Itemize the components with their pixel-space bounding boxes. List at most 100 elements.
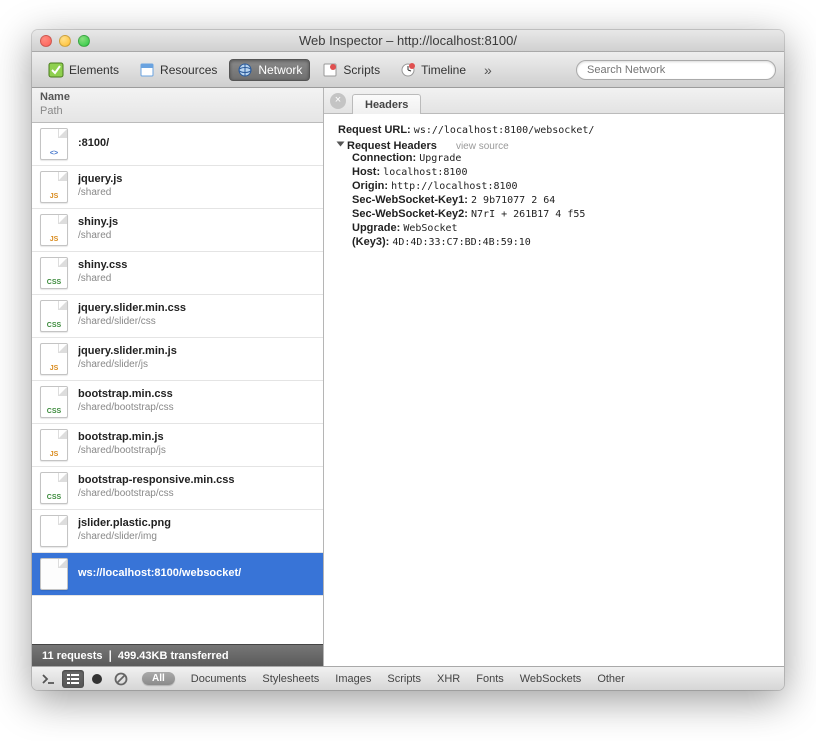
file-blank-icon [40,558,68,590]
col-path: Path [40,105,315,119]
view-source-link[interactable]: view source [456,141,509,152]
header-value: N7rI + 261B17 4 f55 [471,209,585,220]
request-url-label: Request URL: [338,124,411,136]
file-css-icon: CSS [40,386,68,418]
file-js-icon: JS [40,343,68,375]
bottom-bar: All DocumentsStylesheetsImagesScriptsXHR… [32,666,784,690]
record-icon[interactable] [86,670,108,688]
header-value: Upgrade [419,153,461,164]
header-value: 4D:4D:33:C7:BD:4B:59:10 [392,237,530,248]
status-bar: 11 requests ❘ 499.43KB transferred [32,644,323,666]
request-path: /shared/slider/js [78,359,177,372]
filter-fonts[interactable]: Fonts [468,673,512,685]
toolbar-more[interactable]: » [478,62,498,78]
tab-headers[interactable]: Headers [352,94,421,114]
status-text: 11 requests ❘ 499.43KB transferred [42,649,229,662]
file-img-icon [40,515,68,547]
detail-tabs: × Headers [324,88,784,114]
request-name: bootstrap.min.js [78,431,166,445]
titlebar: Web Inspector – http://localhost:8100/ [32,30,784,52]
request-name: jquery.slider.min.js [78,345,177,359]
filter-images[interactable]: Images [327,673,379,685]
request-name: shiny.js [78,216,118,230]
minimize-icon[interactable] [59,35,71,47]
header-value: 2 9b71077 2 64 [471,195,555,206]
window: Web Inspector – http://localhost:8100/ E… [32,30,784,690]
request-name: jquery.js [78,173,122,187]
filter-websockets[interactable]: WebSockets [512,673,590,685]
close-detail-icon[interactable]: × [330,93,346,109]
request-name: jquery.slider.min.css [78,302,186,316]
network-icon [237,62,253,78]
request-path: /shared/slider/img [78,531,171,544]
request-row[interactable]: JS bootstrap.min.js/shared/bootstrap/js [32,424,323,467]
header-value: http://localhost:8100 [391,181,517,192]
header-key: Host: [352,166,383,178]
request-row[interactable]: jslider.plastic.png/shared/slider/img [32,510,323,553]
filter-other[interactable]: Other [589,673,633,685]
request-name: bootstrap.min.css [78,388,174,402]
request-path: /shared/slider/css [78,316,186,329]
request-path: /shared/bootstrap/js [78,445,166,458]
file-js-icon: JS [40,429,68,461]
header-key: Connection: [352,152,419,164]
search-input[interactable] [576,60,776,80]
header-key: Origin: [352,180,391,192]
file-html-icon: <> [40,128,68,160]
request-row[interactable]: CSSbootstrap-responsive.min.css/shared/b… [32,467,323,510]
request-name: :8100/ [78,137,109,151]
filter-stylesheets[interactable]: Stylesheets [254,673,327,685]
tab-timeline[interactable]: Timeline [392,59,474,81]
content: Name Path <>:8100/JSjquery.js/sharedJSsh… [32,88,784,666]
scripts-icon [322,62,338,78]
request-name: jslider.plastic.png [78,517,171,531]
list-view-icon[interactable] [62,670,84,688]
request-url-value: ws://localhost:8100/websocket/ [414,125,595,136]
tab-elements[interactable]: Elements [40,59,127,81]
tab-resources-label: Resources [160,63,217,77]
request-headers-section: Request Headers [347,140,437,152]
resources-icon [139,62,155,78]
main-panel: × Headers Request URL: ws://localhost:81… [324,88,784,666]
request-row[interactable]: <> :8100/ [32,123,323,166]
disclosure-icon[interactable] [337,142,345,147]
header-key: (Key3): [352,236,392,248]
request-row[interactable]: ws://localhost:8100/websocket/ [32,553,323,596]
request-row[interactable]: JSjquery.js/shared [32,166,323,209]
filter-scripts[interactable]: Scripts [379,673,429,685]
clear-icon[interactable] [110,670,132,688]
request-row[interactable]: JS jquery.slider.min.js/shared/slider/js [32,338,323,381]
request-row[interactable]: JSshiny.js/shared [32,209,323,252]
console-icon[interactable] [38,670,60,688]
tab-scripts[interactable]: Scripts [314,59,388,81]
tab-scripts-label: Scripts [343,63,380,77]
tab-network[interactable]: Network [229,59,310,81]
request-path: /shared [78,230,118,243]
headers-detail: Request URL: ws://localhost:8100/websock… [324,114,784,666]
zoom-icon[interactable] [78,35,90,47]
header-lines: Connection: Upgrade Host: localhost:8100 O… [352,152,770,248]
header-key: Sec-WebSocket-Key1: [352,194,471,206]
request-name: ws://localhost:8100/websocket/ [78,567,241,581]
file-js-icon: JS [40,171,68,203]
header-value: localhost:8100 [383,167,467,178]
request-row[interactable]: CSS bootstrap.min.css/shared/bootstrap/cs… [32,381,323,424]
filter-all[interactable]: All [142,672,175,685]
request-path: /shared/bootstrap/css [78,402,174,415]
traffic-lights [40,35,90,47]
sidebar-header[interactable]: Name Path [32,88,323,123]
header-key: Sec-WebSocket-Key2: [352,208,471,220]
request-row[interactable]: CSSshiny.css/shared [32,252,323,295]
timeline-icon [400,62,416,78]
tab-resources[interactable]: Resources [131,59,225,81]
sidebar: Name Path <>:8100/JSjquery.js/sharedJSsh… [32,88,324,666]
filter-documents[interactable]: Documents [183,673,255,685]
elements-icon [48,62,64,78]
window-title: Web Inspector – http://localhost:8100/ [32,33,784,48]
request-row[interactable]: CSSjquery.slider.min.css/shared/slider/c… [32,295,323,338]
request-list: <>:8100/JSjquery.js/sharedJSshiny.js/sha… [32,123,323,645]
close-icon[interactable] [40,35,52,47]
filter-xhr[interactable]: XHR [429,673,468,685]
request-name: shiny.css [78,259,127,273]
file-css-icon: CSS [40,472,68,504]
